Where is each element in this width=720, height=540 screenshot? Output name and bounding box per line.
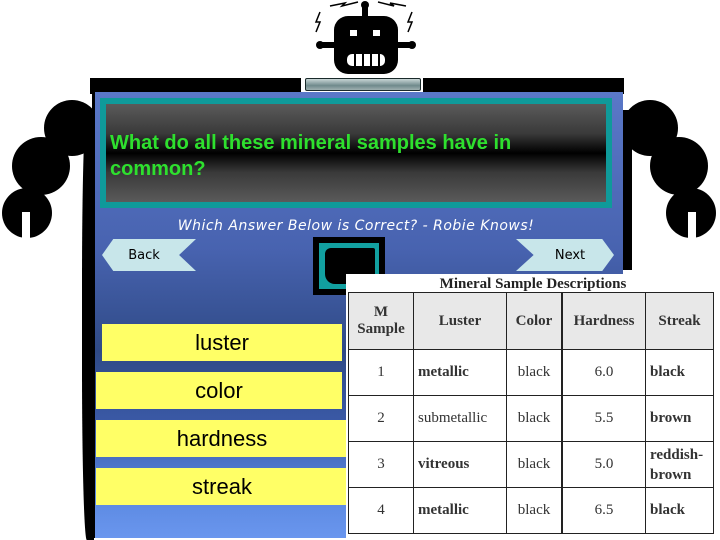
cell-color: black xyxy=(506,487,563,534)
cell-hardness: 6.0 xyxy=(561,349,646,396)
cell-luster: metallic xyxy=(413,349,507,396)
answer-hardness[interactable]: hardness xyxy=(96,420,348,457)
cell-streak: reddish-brown xyxy=(645,441,714,488)
neck-bar xyxy=(305,78,421,91)
table-row: 3 vitreous black 5.0 reddish-brown xyxy=(348,441,714,488)
cell-sample: 1 xyxy=(348,349,414,396)
robot-head-icon xyxy=(314,1,416,74)
cell-color: black xyxy=(506,395,563,442)
answer-label: color xyxy=(195,377,243,403)
cell-sample: 4 xyxy=(348,487,414,534)
table-row: 4 metallic black 6.5 black xyxy=(348,487,714,534)
header-hardness: Hardness xyxy=(561,292,646,350)
table-row: 2 submetallic black 5.5 brown xyxy=(348,395,714,442)
back-label: Back xyxy=(128,247,160,263)
answer-label: luster xyxy=(195,329,249,355)
cell-hardness: 5.5 xyxy=(561,395,646,442)
cell-color: black xyxy=(506,349,563,396)
cell-sample: 3 xyxy=(348,441,414,488)
header-streak: Streak xyxy=(645,292,714,350)
cell-sample: 2 xyxy=(348,395,414,442)
cell-hardness: 6.5 xyxy=(561,487,646,534)
cell-hardness: 5.0 xyxy=(561,441,646,488)
question-text: What do all these mineral samples have i… xyxy=(110,132,512,180)
header-sample: M Sample xyxy=(348,292,414,350)
next-label: Next xyxy=(554,247,586,263)
answer-label: hardness xyxy=(176,425,268,451)
answer-streak[interactable]: streak xyxy=(96,468,348,505)
cell-streak: brown xyxy=(645,395,714,442)
header-luster: Luster xyxy=(413,292,507,350)
answer-luster[interactable]: luster xyxy=(102,324,342,361)
cell-luster: metallic xyxy=(413,487,507,534)
cell-color: black xyxy=(506,441,563,488)
table-title: Mineral Sample Descriptions xyxy=(439,276,627,292)
cell-streak: black xyxy=(645,349,714,396)
cell-luster: submetallic xyxy=(413,395,507,442)
answer-label: streak xyxy=(192,473,252,499)
table-row: 1 metallic black 6.0 black xyxy=(348,349,714,396)
cell-luster: vitreous xyxy=(413,441,507,488)
answer-color[interactable]: color xyxy=(96,372,342,409)
mineral-table: M Sample Luster Color Hardness Streak 1 … xyxy=(348,292,714,534)
cell-streak: black xyxy=(645,487,714,534)
header-color: Color xyxy=(506,292,563,350)
instruction-text: Which Answer Below is Correct? - Robie K… xyxy=(177,218,535,234)
table-header-row: M Sample Luster Color Hardness Streak xyxy=(348,292,714,350)
